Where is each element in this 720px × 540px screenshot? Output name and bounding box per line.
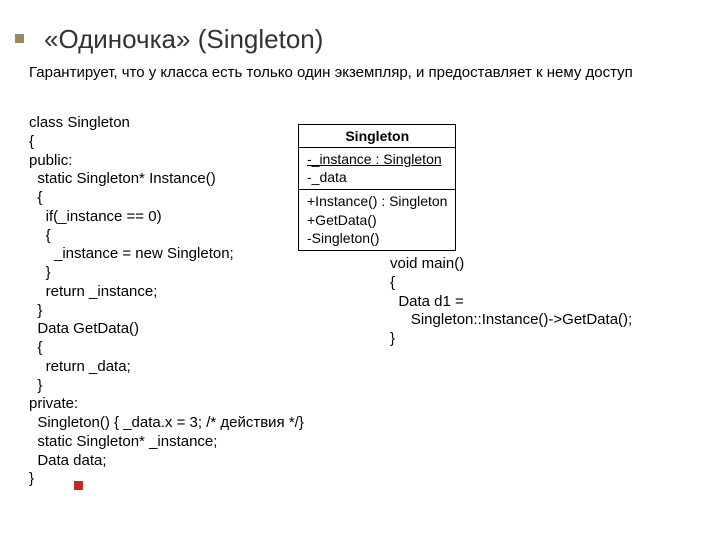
end-bullet — [74, 481, 83, 490]
slide-title: «Одиночка» (Singleton) — [44, 24, 323, 55]
uml-box: Singleton -_instance : Singleton -_data … — [298, 124, 456, 251]
uml-attrs: -_instance : Singleton -_data — [299, 148, 455, 190]
uml-attr: -_instance : Singleton — [307, 150, 447, 168]
uml-op: +Instance() : Singleton — [307, 192, 447, 210]
code-block-left: class Singleton { public: static Singlet… — [29, 114, 304, 489]
uml-op: +GetData() — [307, 211, 447, 229]
code-block-right: void main() { Data d1 = Singleton::Insta… — [390, 255, 632, 349]
uml-op: -Singleton() — [307, 229, 447, 247]
slide-subtitle: Гарантирует, что у класса есть только од… — [29, 63, 649, 83]
title-bullet — [15, 34, 24, 43]
uml-class-name: Singleton — [299, 125, 455, 148]
uml-attr: -_data — [307, 168, 447, 186]
uml-ops: +Instance() : Singleton +GetData() -Sing… — [299, 190, 455, 250]
